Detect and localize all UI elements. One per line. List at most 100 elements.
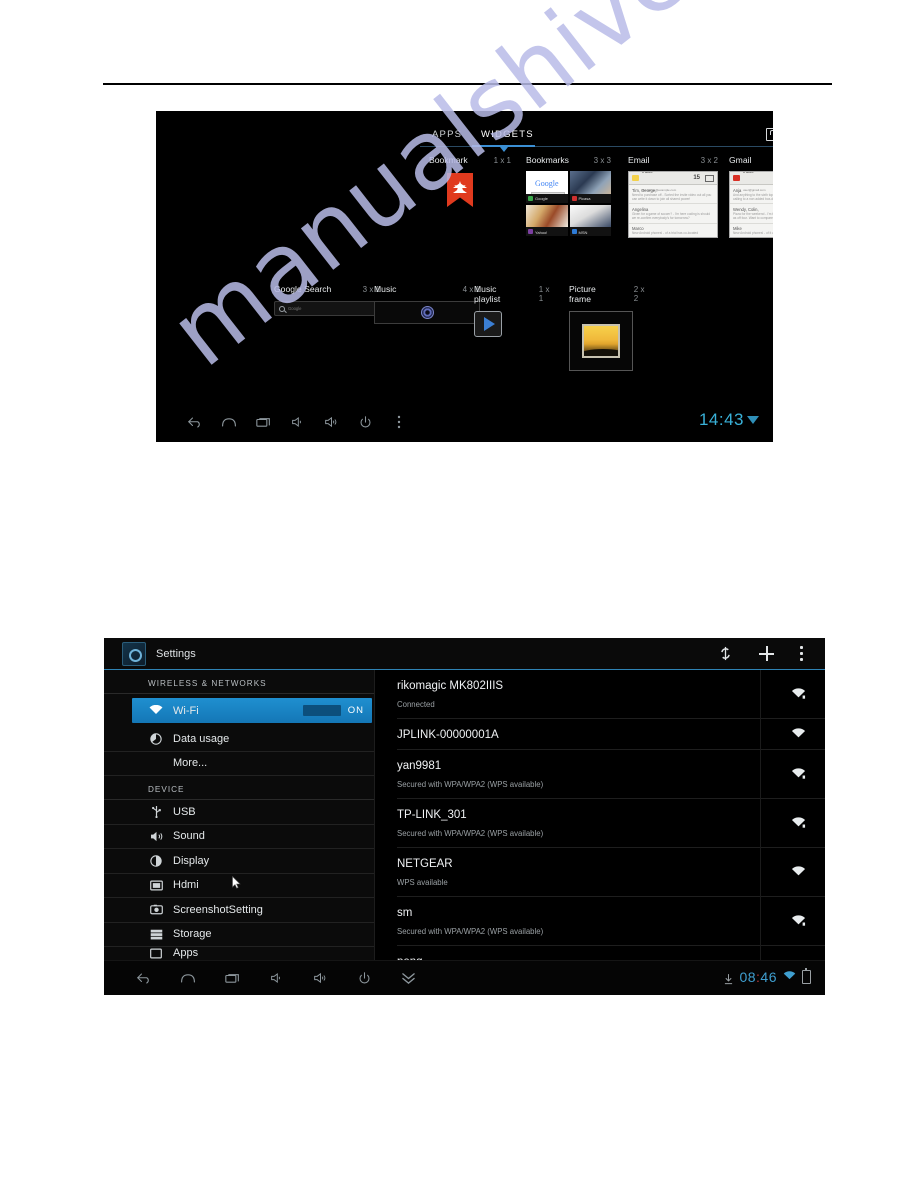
screenshot-icon — [148, 904, 164, 915]
storage-icon — [148, 929, 164, 940]
email-snippet: Need to purchase off - Sorted the invite… — [632, 192, 712, 201]
widget-label: Google Search — [274, 284, 332, 294]
back-icon[interactable] — [178, 409, 212, 435]
play-icon — [484, 317, 495, 331]
network-ssid: JPLINK-00000001A — [397, 729, 499, 741]
wifi-secured-icon — [790, 768, 807, 780]
widget-google-search[interactable]: Google Search 3 x 1 Google — [274, 284, 388, 316]
network-row[interactable]: yan9981 Secured with WPA/WPA2 (WPS avail… — [397, 750, 825, 799]
sidebar-item-usb[interactable]: USB — [104, 800, 374, 825]
sunset-photo-icon — [582, 324, 620, 358]
gmail-row: Mike New Android phones! - of it and has… — [730, 224, 773, 237]
power-icon[interactable] — [342, 965, 386, 991]
data-usage-icon — [148, 733, 164, 745]
widget-bookmarks[interactable]: Bookmarks 3 x 3 Google Google Picasa Yah… — [526, 155, 611, 236]
widgets-tabbar: APPS WIDGETS SHOP — [156, 111, 773, 152]
network-text: JPLINK-00000001A — [397, 725, 790, 743]
widget-music-playlist[interactable]: Music playlist 1 x 1 — [474, 284, 556, 337]
plus-icon[interactable] — [759, 646, 774, 661]
widget-music[interactable]: Music 4 x 1 — [374, 284, 480, 324]
wifi-open-icon — [790, 866, 807, 878]
clock-minutes: 46 — [760, 969, 777, 985]
sidebar-item-apps[interactable]: Apps — [104, 947, 374, 959]
recents-icon[interactable] — [246, 409, 280, 435]
toggle-state-label: ON — [347, 705, 364, 716]
clock-time: 14:43 — [698, 410, 744, 429]
network-row[interactable]: rikomagic MK802IIIS Connected — [397, 670, 825, 719]
sidebar-item-storage[interactable]: Storage — [104, 923, 374, 947]
wifi-toggle[interactable]: ON — [302, 705, 372, 716]
thumb-caption: Google — [526, 193, 568, 203]
thumb-caption: MSN — [569, 227, 611, 236]
scan-icon[interactable] — [718, 646, 733, 661]
sidebar-item-data-usage[interactable]: Data usage — [104, 727, 374, 752]
gmail-snippet: And anything to the sixth top renewed? T… — [733, 192, 773, 201]
widget-label: Email — [628, 155, 650, 165]
widget-picture-frame[interactable]: Picture frame 2 x 2 — [569, 284, 651, 371]
display-icon — [148, 855, 164, 867]
network-status: WPS available — [397, 878, 448, 887]
bookmark-thumb: Picasa — [569, 171, 611, 203]
widget-label: Bookmark — [429, 155, 468, 165]
sidebar-item-sound[interactable]: Sound — [104, 825, 374, 849]
settings-screenshot: Settings WIRELESS & NETWORKS Wi-Fi ON Da… — [104, 638, 825, 995]
widget-size: 1 x 1 — [493, 156, 511, 165]
overflow-menu-icon[interactable] — [382, 409, 416, 435]
network-row[interactable]: sm Secured with WPA/WPA2 (WPS available) — [397, 897, 825, 946]
tab-apps[interactable]: APPS — [432, 129, 462, 140]
status-area: 08:46 — [724, 968, 811, 986]
home-icon[interactable] — [212, 409, 246, 435]
gmail-widget-preview: Inbox user@gmail.com 9 Anja And anything… — [729, 171, 773, 238]
settings-app-icon — [122, 641, 146, 666]
volume-down-icon[interactable] — [254, 965, 298, 991]
thumb-body — [526, 204, 568, 227]
widget-label: Music playlist — [474, 284, 501, 304]
sidebar-item-display[interactable]: Display — [104, 849, 374, 874]
widget-header: Picture frame 2 x 2 — [569, 284, 651, 304]
home-icon[interactable] — [166, 965, 210, 991]
music-disc-icon — [420, 306, 434, 319]
settings-sidebar: WIRELESS & NETWORKS Wi-Fi ON Data usage … — [104, 670, 375, 963]
thumb-label: Picasa — [578, 196, 591, 201]
email-header: Inbox username@example.com 15 — [629, 172, 717, 192]
sidebar-item-screenshotsetting[interactable]: ScreenshotSetting — [104, 898, 374, 923]
header-rule — [103, 83, 832, 85]
volume-up-icon[interactable] — [314, 409, 348, 435]
widgets-picker-screenshot: APPS WIDGETS SHOP Bookmark 1 x 1 ★ — [156, 111, 773, 442]
back-icon[interactable] — [122, 965, 166, 991]
sidebar-item-wifi[interactable]: Wi-Fi ON — [132, 698, 372, 723]
network-row[interactable]: TP-LINK_301 Secured with WPA/WPA2 (WPS a… — [397, 799, 825, 848]
network-ssid: NETGEAR — [397, 858, 453, 870]
sidebar-item-more[interactable]: More... — [104, 752, 374, 776]
network-row[interactable]: JPLINK-00000001A — [397, 719, 825, 750]
sidebar-item-label: Data usage — [173, 732, 230, 745]
widget-size: 3 x 3 — [593, 156, 611, 165]
network-row[interactable]: NETGEAR WPS available — [397, 848, 825, 897]
usb-icon — [148, 805, 164, 819]
hide-navbar-icon[interactable] — [386, 965, 430, 991]
bookmark-ribbon-icon: ★ — [447, 173, 473, 207]
settings-appbar: Settings — [104, 638, 825, 670]
shop-button[interactable]: SHOP — [766, 128, 773, 141]
sidebar-item-label: Apps — [173, 947, 199, 959]
system-navigation-bar: 14:43 — [156, 402, 773, 442]
overflow-menu-icon[interactable] — [800, 646, 803, 661]
volume-down-icon[interactable] — [280, 409, 314, 435]
settings-body: WIRELESS & NETWORKS Wi-Fi ON Data usage … — [104, 670, 825, 985]
volume-up-icon[interactable] — [298, 965, 342, 991]
thumb-label: MSN — [578, 229, 588, 235]
power-icon[interactable] — [348, 409, 382, 435]
network-status: Secured with WPA/WPA2 (WPS available) — [397, 780, 544, 789]
clock-hours: 08 — [739, 969, 757, 985]
thumb-label: Yahoo! — [535, 229, 548, 235]
thumb-body: Google — [526, 171, 568, 197]
tab-widgets[interactable]: WIDGETS — [481, 129, 534, 140]
widget-size: 2 x 2 — [633, 285, 645, 303]
picture-frame-preview — [569, 311, 633, 371]
magnifier-icon — [279, 305, 285, 312]
widget-email[interactable]: Email 3 x 2 Inbox username@example.com 1… — [628, 155, 718, 238]
apps-icon — [148, 948, 164, 959]
widget-bookmark[interactable]: Bookmark 1 x 1 ★ — [429, 155, 511, 207]
widget-gmail[interactable]: Gmail 3 x 3 Inbox user@gmail.com 9 — [729, 155, 773, 238]
recents-icon[interactable] — [210, 965, 254, 991]
